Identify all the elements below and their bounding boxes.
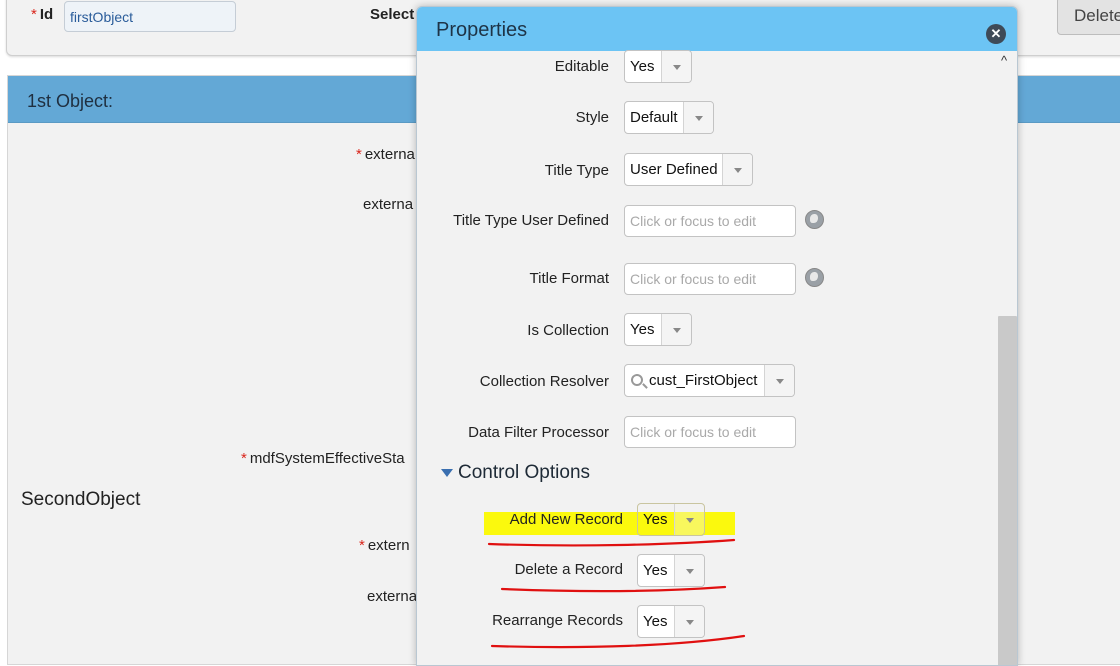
field-label-external-3: * extern (359, 537, 410, 554)
underline-add-new-record (487, 538, 736, 547)
underline-rearrange-records (490, 634, 746, 649)
annotation-underlines (487, 538, 746, 649)
delete-button[interactable]: Delete (1057, 0, 1120, 35)
field-label-external-1: * externa (356, 146, 415, 163)
field-label-effective-status: * mdfSystemEffectiveSta (241, 450, 405, 467)
section-title: 1st Object: (27, 91, 114, 111)
id-input[interactable]: firstObject (64, 1, 236, 32)
underline-delete-a-record (500, 585, 727, 593)
field-label-external-2: externa (363, 196, 414, 213)
select-label: Select (370, 6, 415, 23)
field-label-external-4: externa (367, 588, 418, 605)
second-object-title: SecondObject (21, 489, 141, 510)
properties-dialog: Properties ✕ ^ Editable Yes Style Defaul… (416, 6, 1018, 666)
id-label: * Id (31, 6, 54, 23)
